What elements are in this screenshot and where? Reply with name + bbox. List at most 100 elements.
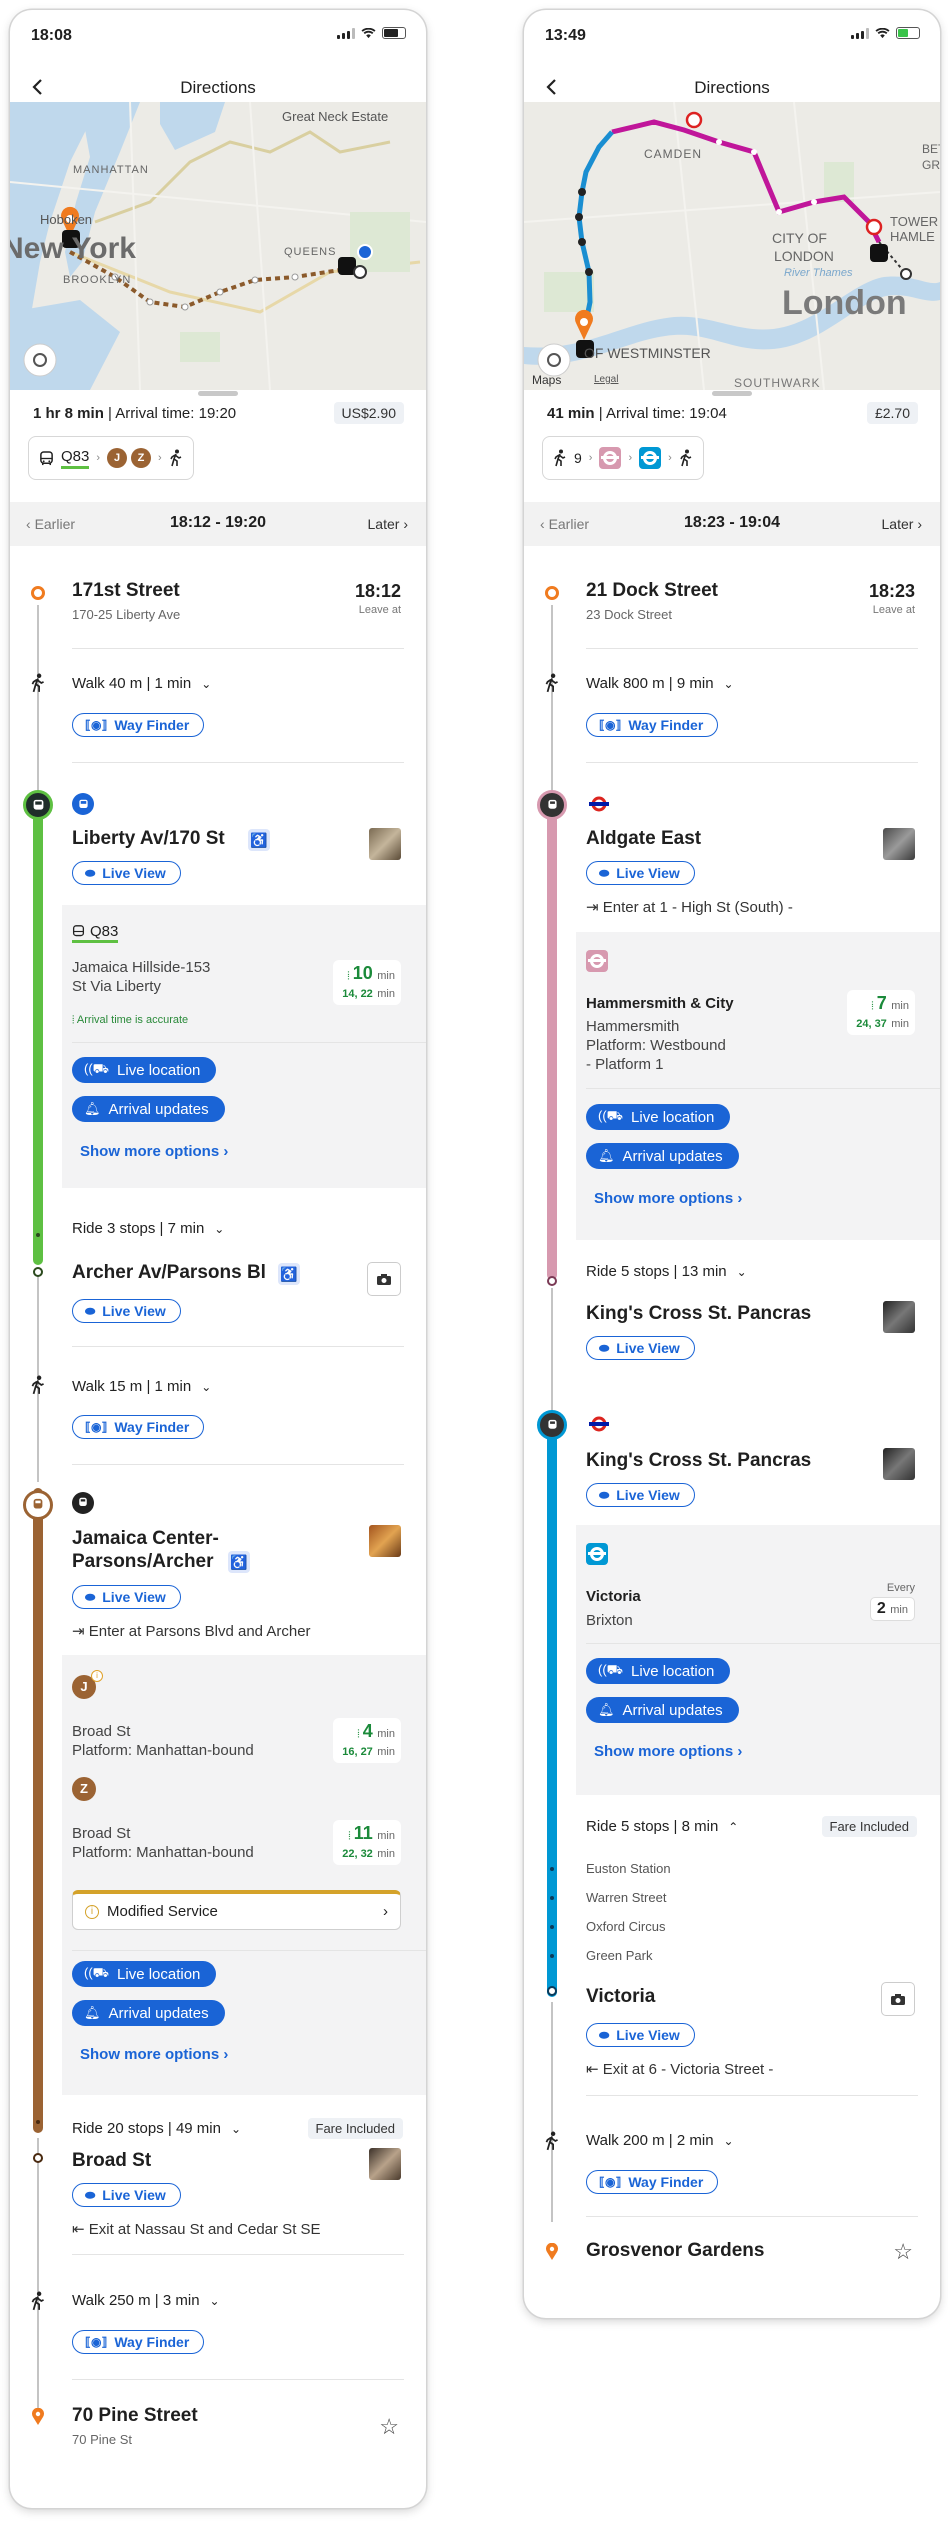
route-map[interactable]: MANHATTAN Hoboken New York BROOKLYN QUEE… xyxy=(10,102,426,390)
ride-step-label: Ride 3 stops | 7 min xyxy=(72,1220,205,1237)
walk-step[interactable]: Walk 200 m | 2 min ⌄ xyxy=(586,2132,734,2149)
modified-service-banner[interactable]: i Modified Service › xyxy=(72,1890,401,1930)
way-finder-button[interactable]: ⟦◉⟧ Way Finder xyxy=(586,713,719,737)
show-more-options[interactable]: Show more options › xyxy=(80,2046,228,2063)
arrival-updates-button[interactable]: 🔔︎ Arrival updates xyxy=(586,1143,739,1169)
way-finder-icon: ⟦◉⟧ xyxy=(85,718,108,732)
map-label: OF WESTMINSTER xyxy=(584,345,711,361)
walk-step[interactable]: Walk 250 m | 3 min ⌄ xyxy=(72,2292,220,2309)
live-view-button[interactable]: ⬬ Live View xyxy=(72,1299,181,1323)
chevron-right-icon: › xyxy=(158,452,162,464)
mode-summary[interactable]: Q83 › J Z › xyxy=(28,436,194,480)
show-more-options[interactable]: Show more options › xyxy=(594,1190,742,1207)
accuracy-label: Arrival time is accurate xyxy=(76,1014,189,1026)
destination-pin-icon xyxy=(546,2243,558,2260)
ride-step[interactable]: Ride 5 stops | 8 min ⌃ xyxy=(586,1818,738,1835)
chevron-right-icon: › xyxy=(383,1903,388,1920)
legal-link[interactable]: Legal xyxy=(594,374,618,385)
live-view-button[interactable]: ⬬ Live View xyxy=(586,1483,695,1507)
walk-step[interactable]: Walk 800 m | 9 min ⌄ xyxy=(586,675,734,692)
divider xyxy=(72,648,404,649)
camera-button[interactable] xyxy=(367,1262,401,1296)
later-departures: 14, 22 xyxy=(342,988,373,1000)
arrival-updates-label: Arrival updates xyxy=(622,1701,723,1719)
j-line-badge: J xyxy=(107,448,128,468)
ride-step[interactable]: Ride 5 stops | 13 min ⌄ xyxy=(586,1263,747,1280)
live-location-button[interactable]: ((⛟ Live location xyxy=(586,1104,731,1130)
entrance-label: Enter at 1 - High St (South) - xyxy=(602,899,793,916)
arrival-updates-button[interactable]: 🔔︎ Arrival updates xyxy=(72,2000,225,2026)
stop-photo[interactable] xyxy=(883,1448,915,1480)
arrival-updates-label: Arrival updates xyxy=(108,2004,209,2022)
divider xyxy=(586,762,918,763)
bus-destination: Jamaica Hillside-153 St Via Liberty xyxy=(72,958,210,996)
entrance-info: ⇥ Enter at Parsons Blvd and Archer xyxy=(72,1622,311,1640)
subway-icon xyxy=(72,1492,94,1514)
way-finder-button[interactable]: ⟦◉⟧ Way Finder xyxy=(72,713,205,737)
later-button[interactable]: Later › xyxy=(882,516,922,532)
route-map[interactable]: CAMDEN CITY OF LONDON London River Thame… xyxy=(524,102,940,390)
realtime-departure: ⦙ 4 min 16, 27 min xyxy=(333,1718,401,1763)
show-more-options[interactable]: Show more options › xyxy=(594,1743,742,1760)
z-destination: Broad St Platform: Manhattan-bound xyxy=(72,1824,254,1862)
stop-photo[interactable] xyxy=(369,828,401,860)
way-finder-button[interactable]: ⟦◉⟧ Way Finder xyxy=(72,2330,205,2354)
chevron-down-icon: ⌄ xyxy=(201,1379,212,1394)
stop-photo[interactable] xyxy=(883,1301,915,1333)
bus-icon xyxy=(40,450,53,465)
bus-route-badge: Q83 xyxy=(72,923,119,943)
min-unit: min xyxy=(377,1728,395,1740)
bus-stop-icon xyxy=(72,793,94,815)
walk-step[interactable]: Walk 40 m | 1 min ⌄ xyxy=(72,675,211,692)
ride-step[interactable]: Ride 3 stops | 7 min ⌄ xyxy=(72,1220,224,1237)
camera-button[interactable] xyxy=(881,1982,915,2016)
live-view-button[interactable]: ⬬ Live View xyxy=(586,1336,695,1360)
intermediate-stop: Warren Street xyxy=(586,1890,667,1905)
trip-summary: 1 hr 8 min | Arrival time: 19:20 xyxy=(33,405,236,422)
arrival-time: | Arrival time: 19:20 xyxy=(108,405,237,422)
map-label: CITY OF xyxy=(772,230,827,246)
stop-photo[interactable] xyxy=(369,1525,401,1557)
star-icon[interactable]: ☆ xyxy=(893,2239,913,2265)
walk-icon xyxy=(31,2291,44,2311)
enter-icon: ⇥ xyxy=(72,1623,89,1640)
live-location-label: Live location xyxy=(117,1965,201,1983)
walk-minutes: 9 xyxy=(574,450,582,466)
show-more-options[interactable]: Show more options › xyxy=(80,1143,228,1160)
live-view-button[interactable]: ⬬ Live View xyxy=(72,2183,181,2207)
way-finder-button[interactable]: ⟦◉⟧ Way Finder xyxy=(586,2170,719,2194)
mode-summary[interactable]: 9 › › › xyxy=(542,436,704,480)
min-unit: min xyxy=(377,988,395,1000)
arrival-updates-button[interactable]: 🔔︎ Arrival updates xyxy=(72,1096,225,1122)
live-location-button[interactable]: ((⛟ Live location xyxy=(586,1658,731,1684)
later-button[interactable]: Later › xyxy=(368,516,408,532)
camera-icon xyxy=(377,1273,391,1285)
live-view-label: Live View xyxy=(102,1589,166,1605)
min-unit: min xyxy=(891,1000,909,1012)
live-location-button[interactable]: ((⛟ Live location xyxy=(72,1057,217,1083)
divider xyxy=(72,1042,426,1043)
entrance-info: ⇥ Enter at 1 - High St (South) - xyxy=(586,898,793,916)
origin-name: 171st Street xyxy=(72,580,180,601)
sheet-handle[interactable] xyxy=(712,391,752,396)
live-view-button[interactable]: ⬬ Live View xyxy=(586,2023,695,2047)
star-icon[interactable]: ☆ xyxy=(379,2414,399,2440)
intermediate-stop: Oxford Circus xyxy=(586,1919,666,1934)
camera-icon xyxy=(891,1993,905,2005)
live-location-button[interactable]: ((⛟ Live location xyxy=(72,1961,217,1987)
stop-photo[interactable] xyxy=(369,2148,401,2180)
map-label: Hoboken xyxy=(40,212,93,227)
walk-step[interactable]: Walk 15 m | 1 min ⌄ xyxy=(72,1378,211,1395)
live-view-button[interactable]: ⬬ Live View xyxy=(586,861,695,885)
stop-photo[interactable] xyxy=(883,828,915,860)
ride-step[interactable]: Ride 20 stops | 49 min ⌄ xyxy=(72,2120,241,2137)
divider xyxy=(586,2095,918,2096)
live-view-button[interactable]: ⬬ Live View xyxy=(72,1585,181,1609)
sheet-handle[interactable] xyxy=(198,391,238,396)
binoculars-icon: ⬬ xyxy=(85,1303,96,1318)
live-view-button[interactable]: ⬬ Live View xyxy=(72,861,181,885)
min-unit: min xyxy=(377,1830,395,1842)
chevron-right-icon: › xyxy=(223,1143,229,1160)
way-finder-button[interactable]: ⟦◉⟧ Way Finder xyxy=(72,1415,205,1439)
arrival-updates-button[interactable]: 🔔︎ Arrival updates xyxy=(586,1697,739,1723)
